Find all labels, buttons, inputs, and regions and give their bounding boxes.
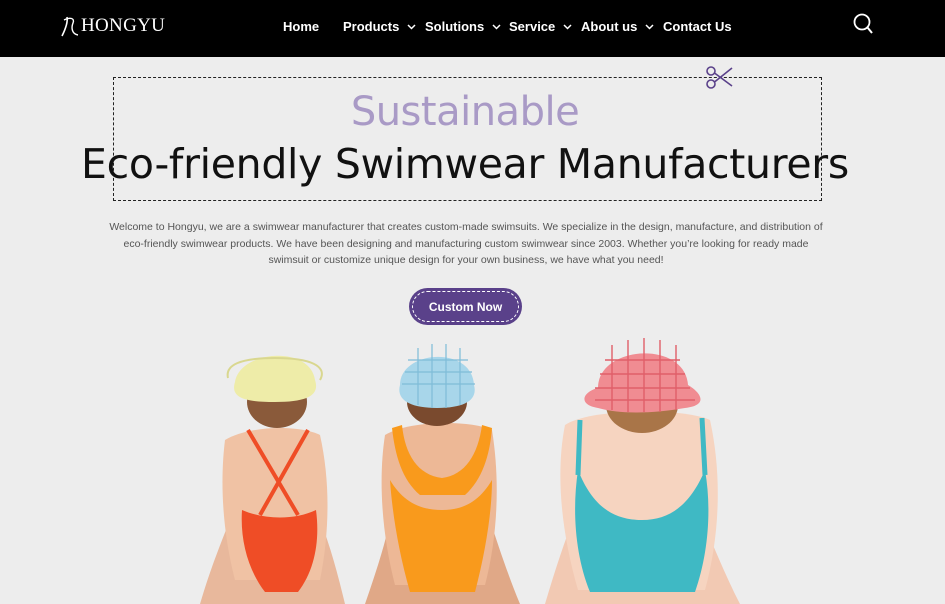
hero-title: Eco-friendly Swimwear Manufacturers [81, 140, 849, 188]
hero-kicker: Sustainable [350, 89, 580, 135]
nav-solutions[interactable]: Solutions [425, 17, 501, 35]
model-right [545, 338, 740, 604]
hero-models-image [200, 338, 740, 604]
nav-home[interactable]: Home [283, 17, 319, 35]
scissors-icon [706, 66, 733, 89]
nav-about-us[interactable]: About us [581, 17, 654, 35]
nav-about-us-label: About us [581, 18, 638, 34]
main-nav: Home Products Solutions Service About us… [0, 0, 945, 57]
nav-contact-us[interactable]: Contact Us [663, 17, 732, 35]
nav-service-label: Service [509, 18, 556, 34]
site-header: HONGYU Home Products Solutions Service A… [0, 0, 945, 57]
nav-solutions-label: Solutions [425, 18, 485, 34]
chevron-down-icon [563, 24, 572, 30]
model-middle [365, 344, 520, 604]
hero-description: Welcome to Hongyu, we are a swimwear man… [109, 221, 823, 266]
nav-contact-us-label: Contact Us [663, 18, 732, 34]
nav-service[interactable]: Service [509, 17, 572, 35]
search-icon[interactable] [853, 13, 873, 35]
chevron-down-icon [645, 24, 654, 30]
nav-home-label: Home [283, 18, 320, 34]
model-left [200, 355, 345, 604]
nav-products[interactable]: Products [343, 17, 416, 35]
chevron-down-icon [407, 24, 416, 30]
custom-now-button[interactable]: Custom Now [409, 288, 522, 325]
custom-now-label: Custom Now [428, 299, 503, 314]
nav-products-label: Products [343, 18, 400, 34]
chevron-down-icon [492, 24, 501, 30]
